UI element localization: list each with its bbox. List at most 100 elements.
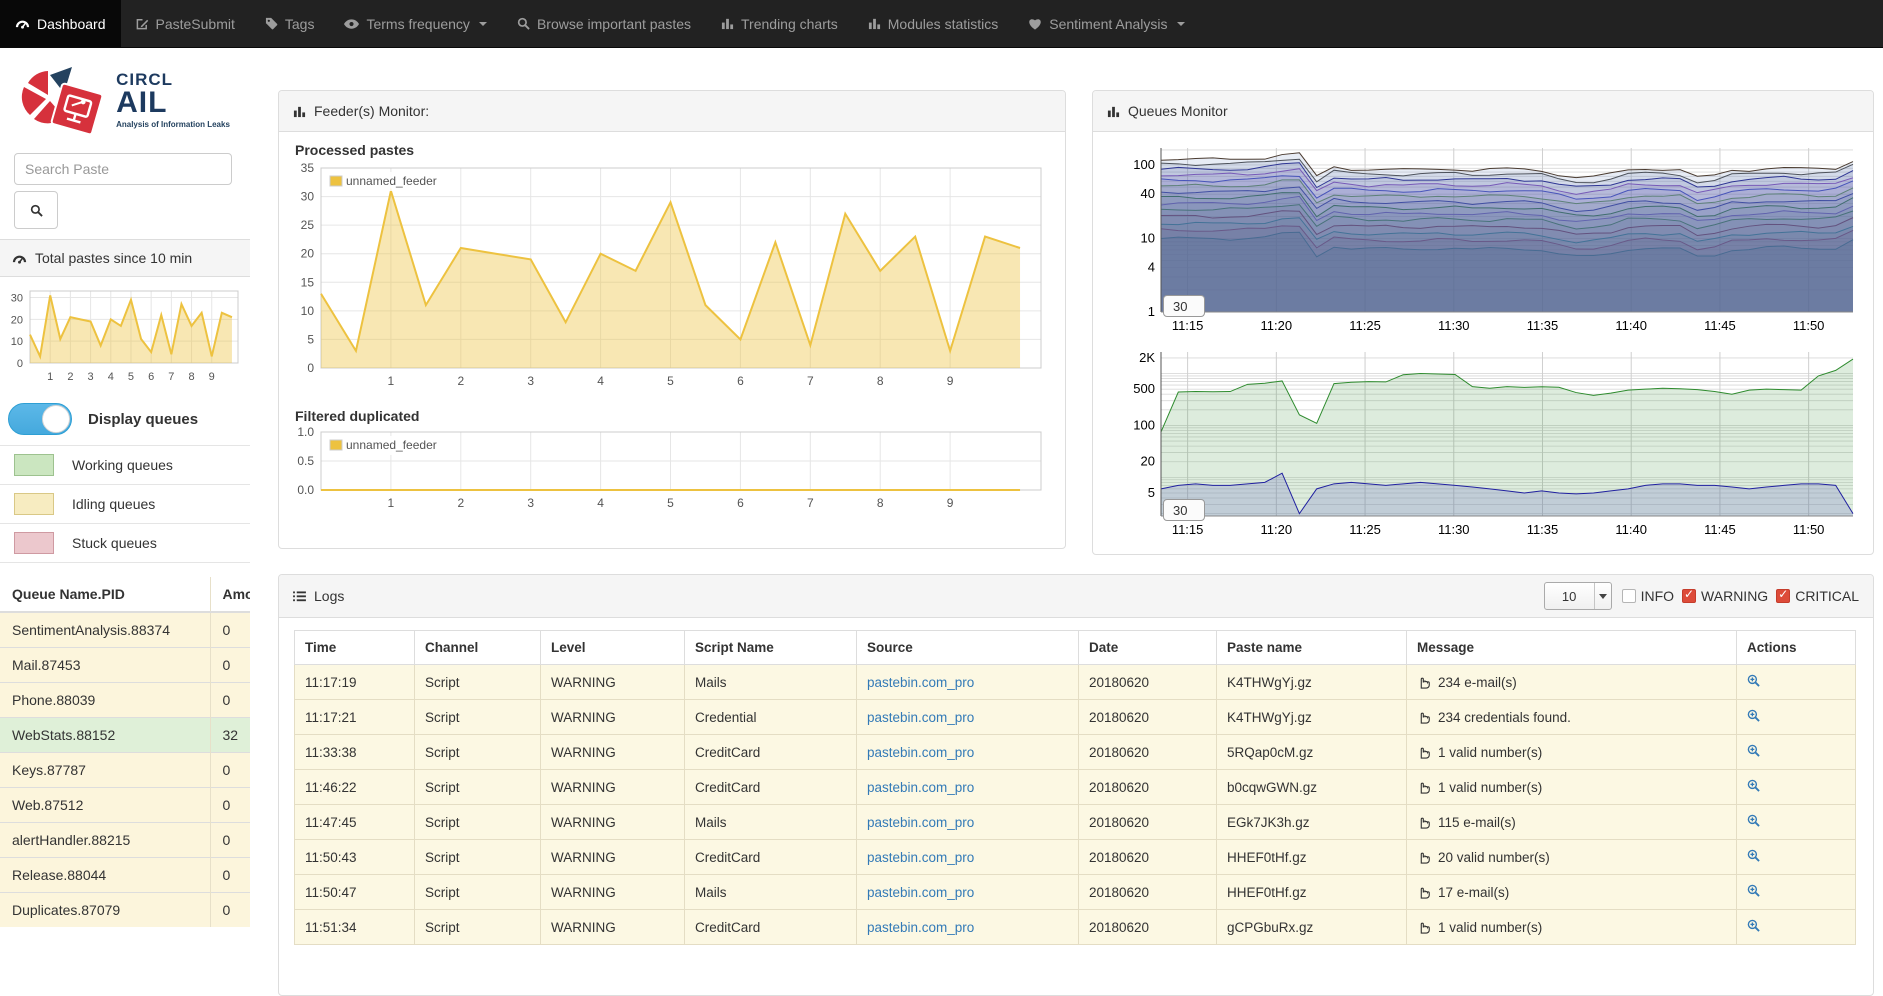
search-paste-input[interactable] [14,153,232,185]
log-level-filter[interactable]: CRITICAL [1776,588,1859,604]
queue-row[interactable]: Phone.88039 0 [0,683,250,718]
navbar-item[interactable]: Terms frequency [329,0,501,47]
queue-row[interactable]: Mail.87453 0 [0,648,250,683]
queue-row[interactable]: Duplicates.87079 0 [0,893,250,928]
navbar-item[interactable]: Tags [250,0,330,47]
svg-text:35: 35 [301,161,315,175]
queues-bottom-chart[interactable]: 11:1511:2011:2511:3011:3511:4011:4511:50… [1097,344,1869,546]
log-row: 11:47:45 Script WARNING Mails pastebin.c… [295,805,1856,840]
search-plus-icon[interactable] [1747,709,1760,722]
log-source-link[interactable]: pastebin.com_pro [867,675,974,690]
queue-row[interactable]: WebStats.88152 32 [0,718,250,753]
queue-name: Release.88044 [0,858,210,893]
queue-name: WebStats.88152 [0,718,210,753]
svg-text:9: 9 [947,374,954,388]
range-window-input-bottom[interactable]: 30 [1163,499,1205,521]
queue-row[interactable]: alertHandler.88215 0 [0,823,250,858]
navbar-item-icon [868,17,881,30]
legend-swatch [14,454,54,476]
svg-text:11:15: 11:15 [1172,522,1204,537]
log-script: CreditCard [685,840,857,875]
svg-text:9: 9 [947,496,954,510]
search-plus-icon[interactable] [1747,849,1760,862]
log-source-link[interactable]: pastebin.com_pro [867,920,974,935]
svg-text:500: 500 [1133,381,1155,396]
queue-name: Mail.87453 [0,648,210,683]
log-script: CreditCard [685,910,857,945]
search-plus-icon[interactable] [1747,919,1760,932]
log-channel: Script [415,770,541,805]
queues-panel-title: Queues Monitor [1128,103,1228,119]
search-plus-icon[interactable] [1747,779,1760,792]
queue-row[interactable]: Web.87512 0 [0,788,250,823]
filter-checkbox[interactable] [1682,589,1696,603]
logs-panel-heading: Logs 10 INFO WARNING [279,575,1873,618]
svg-text:2: 2 [67,371,73,383]
navbar-item[interactable]: Sentiment Analysis [1013,0,1199,47]
queue-amount: 0 [210,788,250,823]
svg-text:11:25: 11:25 [1349,522,1381,537]
search-plus-icon[interactable] [1747,884,1760,897]
logs-column-header: Message [1407,631,1737,665]
search-plus-icon[interactable] [1747,814,1760,827]
queue-row[interactable]: Release.88044 0 [0,858,250,893]
search-button[interactable] [14,191,58,229]
queue-name: Web.87512 [0,788,210,823]
queue-row[interactable]: Keys.87787 0 [0,753,250,788]
navbar-item[interactable]: PasteSubmit [121,0,250,47]
queue-name: alertHandler.88215 [0,823,210,858]
log-source-link[interactable]: pastebin.com_pro [867,815,974,830]
search-plus-icon[interactable] [1747,674,1760,687]
svg-text:5: 5 [128,371,134,383]
log-source-link[interactable]: pastebin.com_pro [867,780,974,795]
svg-text:4: 4 [597,496,604,510]
logs-column-header: Time [295,631,415,665]
svg-text:unnamed_feeder: unnamed_feeder [346,174,437,188]
log-time: 11:17:21 [295,700,415,735]
log-level: WARNING [541,700,685,735]
navbar-item-icon [1028,18,1042,30]
log-source-link[interactable]: pastebin.com_pro [867,850,974,865]
svg-text:2K: 2K [1139,350,1155,365]
navbar-item[interactable]: Dashboard [0,0,121,47]
range-window-input-top[interactable]: 30 [1163,295,1205,317]
svg-text:1: 1 [388,374,395,388]
svg-text:6: 6 [148,371,154,383]
svg-text:11:20: 11:20 [1261,318,1293,333]
log-source-link[interactable]: pastebin.com_pro [867,885,974,900]
search-plus-icon[interactable] [1747,744,1760,757]
display-queues-toggle[interactable] [8,403,72,435]
page-size-select[interactable]: 10 [1544,582,1612,610]
log-message: 234 credentials found. [1438,710,1571,725]
log-channel: Script [415,700,541,735]
log-source-link[interactable]: pastebin.com_pro [867,710,974,725]
navbar-item[interactable]: Modules statistics [853,0,1013,47]
svg-text:11:50: 11:50 [1793,522,1825,537]
queues-top-chart[interactable]: 11:1511:2011:2511:3011:3511:4011:4511:50… [1097,140,1869,342]
svg-text:11:25: 11:25 [1349,318,1381,333]
queue-amount: 32 [210,718,250,753]
navbar-item[interactable]: Browse important pastes [502,0,706,47]
svg-text:11:30: 11:30 [1438,318,1470,333]
queue-row[interactable]: SentimentAnalysis.88374 0 [0,612,250,648]
navbar-item[interactable]: Trending charts [706,0,853,47]
log-row: 11:50:47 Script WARNING Mails pastebin.c… [295,875,1856,910]
queue-amount: 0 [210,683,250,718]
log-source-link[interactable]: pastebin.com_pro [867,745,974,760]
log-time: 11:47:45 [295,805,415,840]
filter-checkbox[interactable] [1776,589,1790,603]
navbar-item-label: Tags [285,16,315,32]
log-level-filter[interactable]: WARNING [1682,588,1768,604]
log-date: 20180620 [1079,665,1217,700]
legend-row: Stuck queues [0,523,250,563]
select-arrow-icon [1594,583,1611,609]
legend-label: Working queues [72,457,173,473]
log-time: 11:17:19 [295,665,415,700]
log-paste-name: HHEF0tHf.gz [1217,840,1407,875]
search-icon [30,204,43,217]
svg-text:11:45: 11:45 [1704,318,1736,333]
feeder-panel-heading: Feeder(s) Monitor: [279,91,1065,132]
queues-monitor-panel: Queues Monitor 11:1511:2011:2511:3011:35… [1092,90,1874,555]
log-level-filter[interactable]: INFO [1622,588,1674,604]
filter-checkbox[interactable] [1622,589,1636,603]
